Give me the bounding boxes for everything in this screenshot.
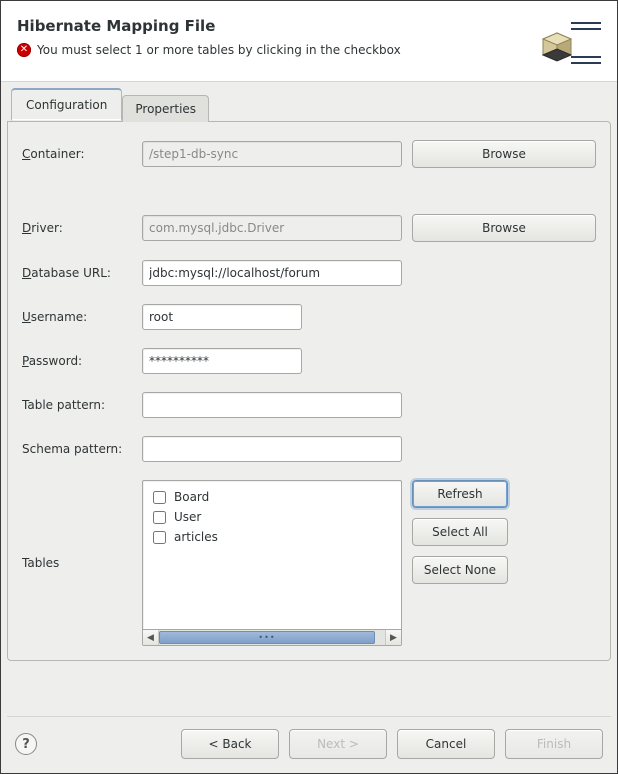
tabstrip: Configuration Properties xyxy=(7,88,611,121)
cancel-button[interactable]: Cancel xyxy=(397,729,495,759)
wizard-window: Hibernate Mapping File ✕ You must select… xyxy=(0,0,618,774)
select-all-button[interactable]: Select All xyxy=(412,518,508,546)
table-row-label: articles xyxy=(174,530,218,544)
scroll-right-arrow-icon[interactable]: ▶ xyxy=(385,630,401,645)
error-icon: ✕ xyxy=(17,43,31,57)
driver-browse-button[interactable]: Browse xyxy=(412,214,596,242)
scroll-grip-icon: ••• xyxy=(258,633,275,642)
table-checkbox[interactable] xyxy=(153,491,166,504)
password-label: Password: xyxy=(22,354,132,368)
driver-input xyxy=(142,215,402,241)
database-url-input[interactable] xyxy=(142,260,402,286)
table-row[interactable]: articles xyxy=(151,527,393,547)
spacer xyxy=(22,186,596,196)
select-none-button[interactable]: Select None xyxy=(412,556,508,584)
wizard-title: Hibernate Mapping File xyxy=(17,17,401,35)
schema-pattern-label: Schema pattern: xyxy=(22,442,132,456)
tables-listbox-wrap: Board User articles ◀ xyxy=(142,480,402,646)
tables-horizontal-scrollbar[interactable]: ◀ ••• ▶ xyxy=(142,630,402,646)
banner-text: Hibernate Mapping File ✕ You must select… xyxy=(17,17,401,57)
username-label: Username: xyxy=(22,310,132,324)
wizard-body: Configuration Properties Container: Brow… xyxy=(1,82,617,717)
password-input[interactable] xyxy=(142,348,302,374)
table-pattern-input[interactable] xyxy=(142,392,402,418)
error-message-text: You must select 1 or more tables by clic… xyxy=(37,43,401,57)
tables-listbox[interactable]: Board User articles xyxy=(142,480,402,630)
table-checkbox[interactable] xyxy=(153,531,166,544)
tables-label: Tables xyxy=(22,556,132,570)
wizard-footer: ? < Back Next > Cancel Finish xyxy=(1,717,617,773)
refresh-button[interactable]: Refresh xyxy=(412,480,508,508)
container-label: Container: xyxy=(22,147,132,161)
scroll-left-arrow-icon[interactable]: ◀ xyxy=(143,630,159,645)
finish-button: Finish xyxy=(505,729,603,759)
tab-properties[interactable]: Properties xyxy=(122,95,209,122)
configuration-panel: Container: Browse Driver: Browse Databas… xyxy=(7,121,611,661)
error-message-row: ✕ You must select 1 or more tables by cl… xyxy=(17,43,401,57)
tab-configuration[interactable]: Configuration xyxy=(11,88,122,121)
hibernate-logo-icon xyxy=(537,17,601,69)
table-row-label: User xyxy=(174,510,201,524)
tables-side-buttons: Refresh Select All Select None xyxy=(412,480,512,584)
dburl-label: Database URL: xyxy=(22,266,132,280)
container-browse-button[interactable]: Browse xyxy=(412,140,596,168)
back-button[interactable]: < Back xyxy=(181,729,279,759)
driver-label: Driver: xyxy=(22,221,132,235)
scroll-thumb[interactable]: ••• xyxy=(159,631,375,644)
table-row[interactable]: User xyxy=(151,507,393,527)
next-button: Next > xyxy=(289,729,387,759)
wizard-banner: Hibernate Mapping File ✕ You must select… xyxy=(1,1,617,82)
table-row[interactable]: Board xyxy=(151,487,393,507)
schema-pattern-input[interactable] xyxy=(142,436,402,462)
username-input[interactable] xyxy=(142,304,302,330)
table-checkbox[interactable] xyxy=(153,511,166,524)
container-input xyxy=(142,141,402,167)
help-icon[interactable]: ? xyxy=(15,733,37,755)
table-pattern-label: Table pattern: xyxy=(22,398,132,412)
table-row-label: Board xyxy=(174,490,209,504)
scroll-track[interactable]: ••• xyxy=(159,630,385,645)
